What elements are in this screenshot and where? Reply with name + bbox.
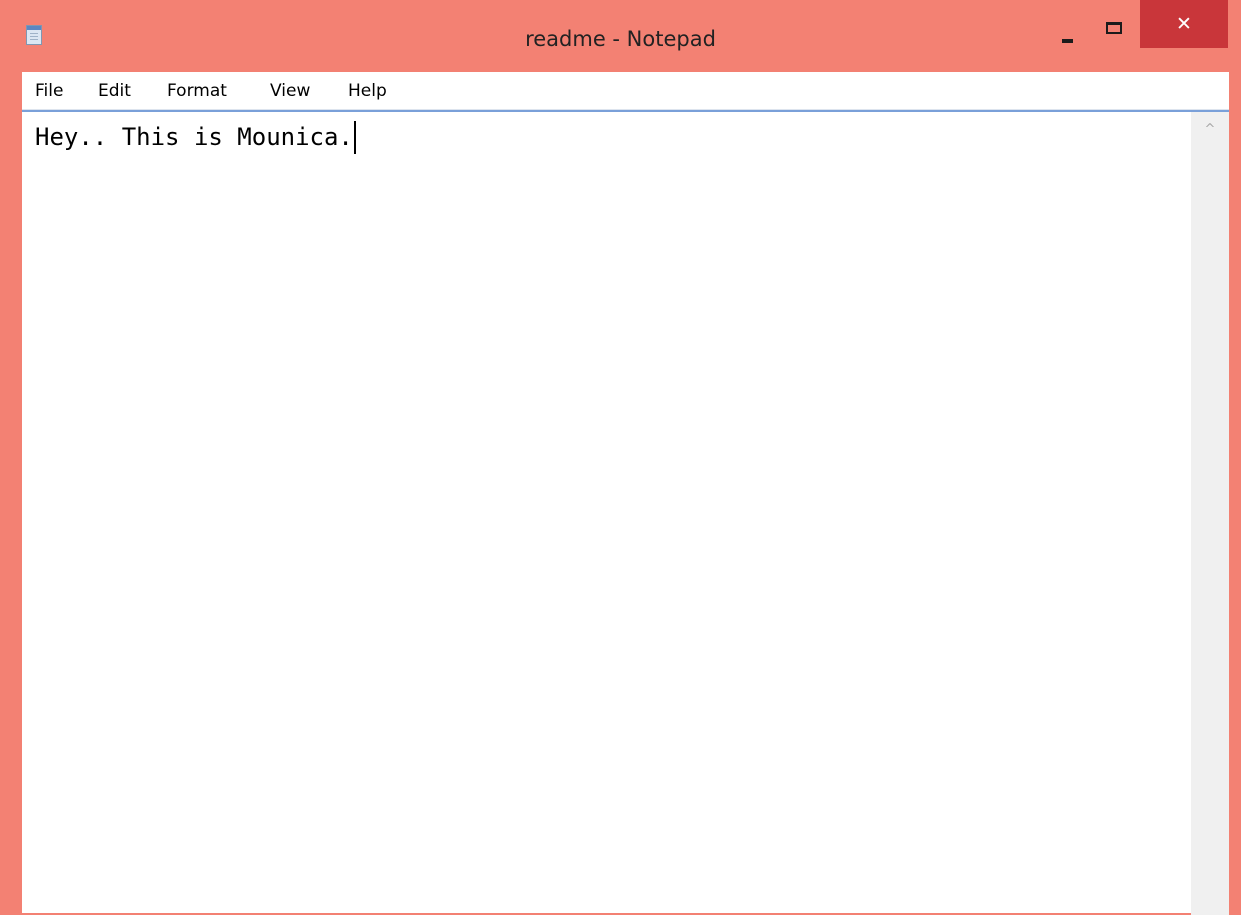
maximize-icon — [1106, 22, 1122, 34]
editor-text: Hey.. This is Mounica. — [35, 123, 353, 151]
title-bar[interactable]: readme - Notepad ✕ — [0, 0, 1241, 72]
menu-view[interactable]: View — [270, 72, 310, 110]
notepad-window: readme - Notepad ✕ File Edit Format View… — [0, 0, 1241, 915]
scroll-up-button[interactable]: ^ — [1191, 112, 1229, 148]
close-icon: ✕ — [1176, 13, 1192, 35]
text-caret — [353, 121, 356, 154]
menu-bar: File Edit Format View Help — [22, 72, 1229, 110]
menu-help[interactable]: Help — [348, 72, 387, 110]
menu-format[interactable]: Format — [167, 72, 227, 110]
minimize-icon — [1062, 39, 1073, 43]
maximize-button[interactable] — [1094, 12, 1136, 50]
close-button[interactable]: ✕ — [1140, 0, 1228, 48]
menu-file[interactable]: File — [35, 72, 63, 110]
menu-edit[interactable]: Edit — [98, 72, 131, 110]
text-editor-area[interactable]: Hey.. This is Mounica. ^ — [22, 110, 1229, 915]
vertical-scrollbar[interactable]: ^ — [1191, 112, 1229, 915]
minimize-button[interactable] — [1049, 12, 1091, 50]
chevron-up-icon: ^ — [1204, 122, 1216, 137]
